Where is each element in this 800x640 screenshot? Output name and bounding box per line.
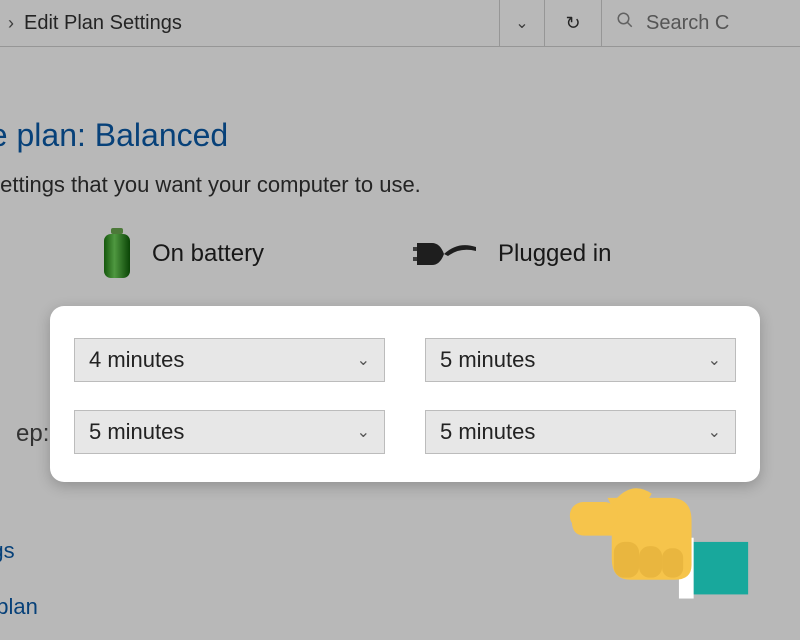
refresh-button[interactable]: ↻ [545,0,602,46]
chevron-down-icon: ⌄ [708,422,721,442]
sleep-row-label: ep: [16,420,49,448]
pointing-hand-icon [570,441,749,604]
breadcrumb-current: Edit Plan Settings [24,12,182,35]
battery-icon [100,228,134,280]
address-toolbar: › Edit Plan Settings ⌄ ↻ Search C [0,0,800,47]
refresh-icon: ↻ [565,13,580,34]
display-timeout-row: 4 minutes ⌄ 5 minutes ⌄ [74,338,736,382]
address-history-dropdown[interactable]: ⌄ [500,0,545,46]
search-input[interactable]: Search C [602,0,800,46]
chevron-down-icon: ⌄ [515,13,528,33]
mode-battery: On battery [100,228,400,280]
mode-plugged: Plugged in [410,237,710,271]
sleep-timeout-battery-dropdown[interactable]: 5 minutes ⌄ [74,410,385,454]
mode-battery-label: On battery [152,240,264,268]
mode-plugged-label: Plugged in [498,240,611,268]
page-description: y settings that you want your computer t… [0,172,800,198]
display-timeout-plugged-dropdown[interactable]: 5 minutes ⌄ [425,338,736,382]
search-icon [616,11,634,35]
restore-defaults-link[interactable]: his plan [0,594,38,620]
breadcrumb[interactable]: › Edit Plan Settings [0,0,500,46]
dropdown-value: 5 minutes [440,419,535,445]
page-title: he plan: Balanced [0,117,800,154]
dropdown-value: 5 minutes [440,347,535,373]
dropdown-value: 5 minutes [89,419,184,445]
plug-icon [410,237,480,271]
chevron-down-icon: ⌄ [357,350,370,370]
search-placeholder: Search C [646,12,729,35]
breadcrumb-separator-icon: › [8,13,14,34]
dropdown-value: 4 minutes [89,347,184,373]
mode-header-row: On battery Plugged in [100,228,800,280]
chevron-down-icon: ⌄ [357,422,370,442]
chevron-down-icon: ⌄ [708,350,721,370]
display-timeout-battery-dropdown[interactable]: 4 minutes ⌄ [74,338,385,382]
advanced-settings-link[interactable]: ttings [0,538,15,564]
